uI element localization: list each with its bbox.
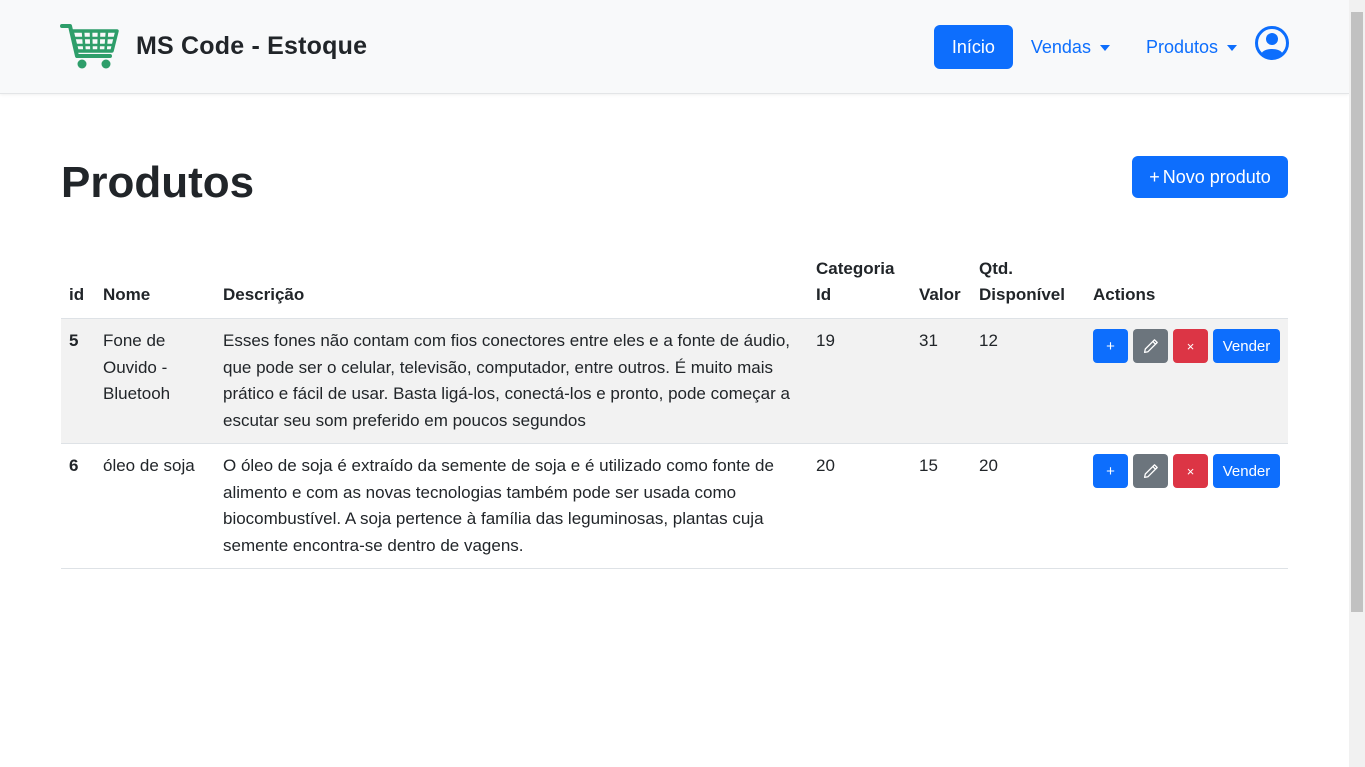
cell-descricao: Esses fones não contam com fios conector… (215, 318, 808, 444)
scrollbar-thumb[interactable] (1351, 12, 1363, 612)
cell-actions: + × Vender (1085, 443, 1288, 569)
table-row: 6 óleo de soja O óleo de soja é extraído… (61, 443, 1288, 569)
header-qtd-line1: Qtd. (979, 259, 1013, 278)
cell-actions: + × Vender (1085, 318, 1288, 444)
nav-vendas-dropdown[interactable]: Vendas (1031, 37, 1110, 58)
header-categoria-line2: Id (816, 285, 832, 304)
edit-button[interactable] (1133, 329, 1168, 363)
chevron-down-icon (1227, 44, 1237, 51)
header-actions: Actions (1085, 248, 1288, 319)
cell-qtd: 20 (971, 443, 1085, 569)
header-nome: Nome (95, 248, 215, 319)
table-row: 5 Fone de Ouvido - Bluetooh Esses fones … (61, 318, 1288, 444)
chevron-down-icon (1099, 44, 1110, 51)
pencil-icon (1143, 339, 1158, 354)
pencil-icon (1143, 464, 1158, 479)
nav-produtos-dropdown[interactable]: Produtos (1146, 37, 1237, 58)
page: MS Code - Estoque Início Vendas Produtos… (0, 0, 1349, 767)
header-valor: Valor (911, 248, 971, 319)
products-table: id Nome Descrição Categoria Id Valor Qtd.… (61, 248, 1288, 569)
cell-id: 6 (61, 443, 95, 569)
header-id: id (61, 248, 95, 319)
add-stock-button[interactable]: + (1093, 454, 1128, 488)
header-descricao: Descrição (215, 248, 808, 319)
sell-button[interactable]: Vender (1213, 454, 1280, 488)
cell-categoria-id: 20 (808, 443, 911, 569)
add-stock-button[interactable]: + (1093, 329, 1128, 363)
navbar: MS Code - Estoque Início Vendas Produtos (0, 0, 1349, 94)
delete-button[interactable]: × (1173, 454, 1208, 488)
nav-menu: Início Vendas Produtos (933, 25, 1289, 69)
nav-inicio-button[interactable]: Início (933, 25, 1013, 69)
brand[interactable]: MS Code - Estoque (60, 20, 367, 72)
cell-categoria-id: 19 (808, 318, 911, 444)
header-qtd-disponivel: Qtd. Disponível (971, 248, 1085, 319)
cell-nome: Fone de Ouvido - Bluetooh (95, 318, 215, 444)
plus-icon: + (1149, 166, 1160, 187)
user-circle-icon[interactable] (1255, 26, 1289, 60)
new-product-label: Novo produto (1162, 166, 1271, 187)
cell-valor: 15 (911, 443, 971, 569)
scrollbar[interactable] (1349, 0, 1365, 767)
header-categoria-id: Categoria Id (808, 248, 911, 319)
brand-title: MS Code - Estoque (136, 31, 368, 60)
nav-produtos-label: Produtos (1145, 36, 1218, 57)
header-qtd-line2: Disponível (979, 285, 1065, 304)
shopping-cart-icon (60, 24, 119, 69)
cell-qtd: 12 (971, 318, 1085, 444)
page-title: Produtos (61, 158, 255, 207)
cell-id: 5 (61, 318, 95, 444)
header-categoria-line1: Categoria (816, 259, 895, 278)
nav-vendas-label: Vendas (1030, 36, 1091, 57)
delete-button[interactable]: × (1173, 329, 1208, 363)
edit-button[interactable] (1133, 454, 1168, 488)
cell-descricao: O óleo de soja é extraído da semente de … (215, 443, 808, 569)
new-product-button[interactable]: + Novo produto (1132, 156, 1288, 198)
table-header-row: id Nome Descrição Categoria Id Valor Qtd.… (61, 248, 1288, 319)
row-actions: + × Vender (1093, 453, 1280, 488)
row-actions: + × Vender (1093, 328, 1280, 363)
cell-valor: 31 (911, 318, 971, 444)
sell-button[interactable]: Vender (1213, 329, 1280, 363)
cell-nome: óleo de soja (95, 443, 215, 569)
